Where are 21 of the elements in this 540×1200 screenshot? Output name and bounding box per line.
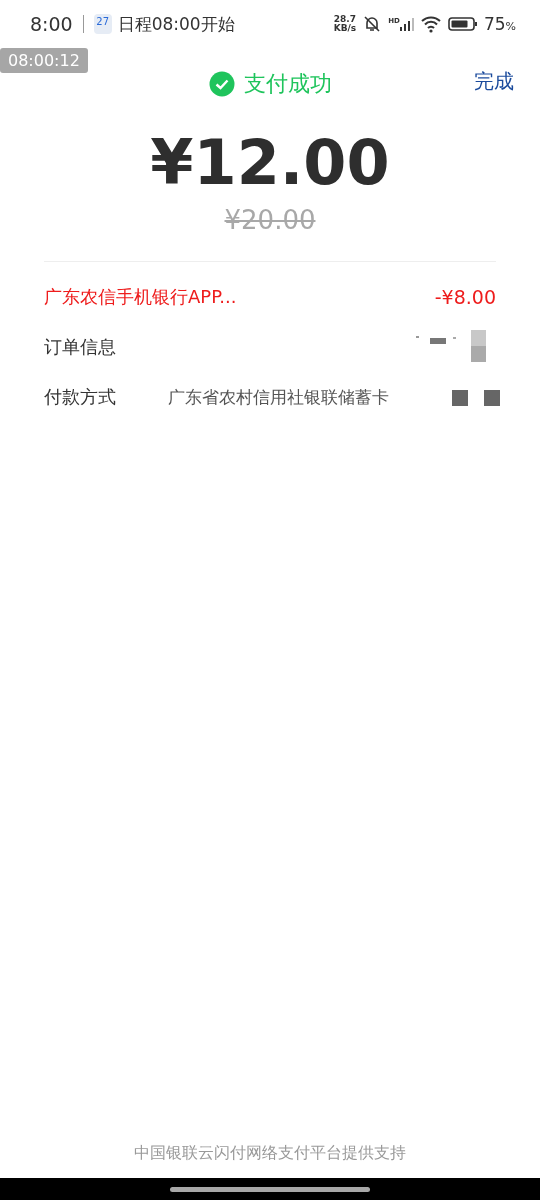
row-label: 广东农信手机银行APP... <box>44 285 237 309</box>
footer-text: 中国银联云闪付网络支付平台提供支持 <box>133 1143 407 1164</box>
row-label: 订单信息 <box>44 335 116 359</box>
page-title: 支付成功 <box>243 70 332 98</box>
signal-icon <box>399 17 414 31</box>
status-time: 8:00 <box>30 13 73 35</box>
timer-badge: 08:00:12 <box>0 48 88 73</box>
original-amount: ¥20.00 <box>223 205 317 235</box>
net-speed: 28.7 KB/s <box>333 15 357 33</box>
done-button[interactable]: 完成 <box>474 68 514 95</box>
row-label: 付款方式 <box>44 385 116 409</box>
wifi-icon <box>419 15 442 33</box>
paid-amount: ¥12.00 <box>149 126 391 199</box>
notification-text: 日程08:00开始 <box>117 12 235 36</box>
battery-icon <box>447 16 478 32</box>
success-check-icon <box>208 71 235 97</box>
home-indicator[interactable] <box>170 1186 370 1192</box>
calendar-icon: 27 <box>93 14 112 34</box>
payment-method-value: 广东省农村信用社银联储蓄卡 <box>168 385 389 409</box>
discount-value: -¥8.00 <box>434 286 496 308</box>
battery-percent: 75% <box>483 14 516 34</box>
